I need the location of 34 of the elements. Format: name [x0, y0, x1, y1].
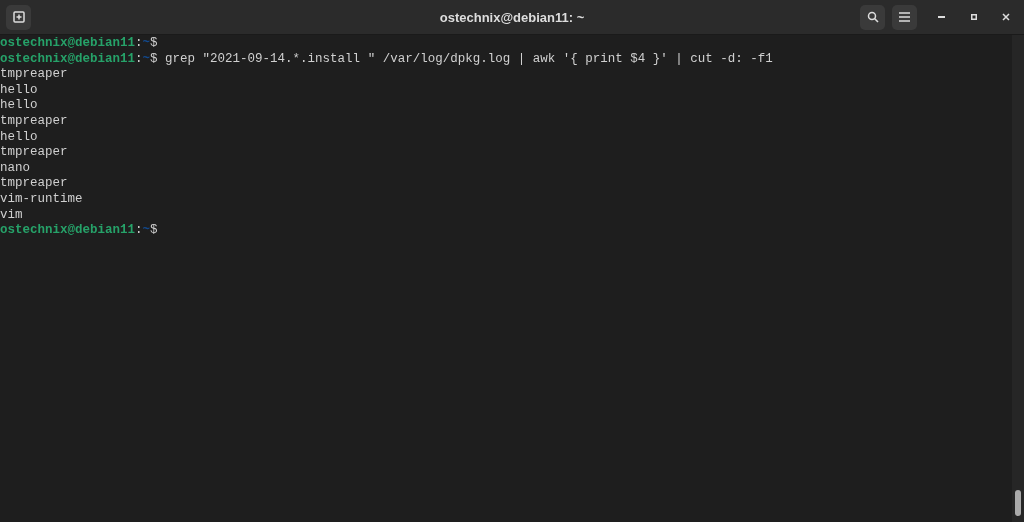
prompt-path: ~ — [142, 36, 151, 50]
search-icon — [866, 11, 879, 23]
output-line: vim — [0, 207, 23, 222]
output-line: tmpreaper — [0, 145, 68, 160]
command-text: grep "2021-09-14.*.install " /var/log/dpkg.log | awk '{ print $4 }' | cut -d: -f1 — [165, 51, 773, 66]
output-line: hello — [0, 82, 38, 97]
prompt-user-host: ostechnix@debian11 — [0, 223, 136, 238]
prompt-symbol: $ — [150, 51, 158, 66]
menu-icon — [899, 12, 910, 22]
new-tab-icon — [12, 11, 25, 23]
output-line: hello — [0, 129, 38, 144]
output-line: tmpreaper — [0, 113, 68, 128]
prompt-user-host: ostechnix@debian11 — [0, 36, 136, 50]
prompt-symbol: $ — [150, 223, 158, 238]
minimize-icon — [938, 16, 945, 18]
output-line: nano — [0, 160, 30, 175]
output-line: tmpreaper — [0, 67, 68, 82]
prompt-colon: : — [135, 223, 143, 238]
prompt-colon: : — [135, 36, 143, 50]
maximize-icon — [970, 14, 977, 20]
output-line: hello — [0, 98, 38, 113]
prompt-colon: : — [135, 51, 143, 66]
prompt-user-host: ostechnix@debian11 — [0, 51, 136, 66]
window-title: ostechnix@debian11: ~ — [439, 8, 585, 27]
menu-button[interactable] — [892, 4, 917, 30]
prompt-symbol: $ — [150, 36, 158, 50]
search-button[interactable] — [860, 4, 885, 30]
output-line: tmpreaper — [0, 176, 68, 191]
prompt-path: ~ — [142, 223, 151, 238]
new-tab-button[interactable] — [6, 4, 31, 30]
close-icon — [1001, 13, 1010, 21]
prompt-path: ~ — [142, 51, 151, 66]
output-line: vim-runtime — [0, 191, 83, 206]
scrollbar-thumb[interactable] — [1015, 490, 1021, 516]
